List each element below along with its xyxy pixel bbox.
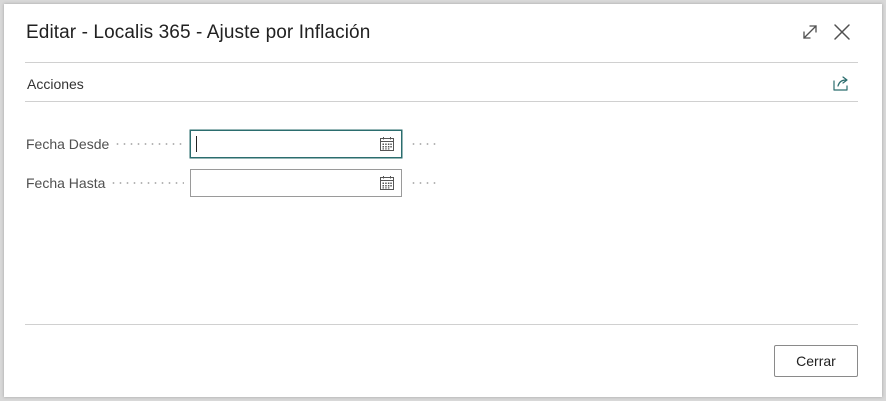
fecha-hasta-input[interactable] bbox=[190, 169, 402, 197]
text-caret bbox=[196, 136, 197, 152]
fecha-desde-input[interactable] bbox=[190, 130, 402, 158]
field-row-fecha-hasta: Fecha Hasta bbox=[26, 169, 446, 197]
field-label-fecha-hasta: Fecha Hasta bbox=[26, 175, 106, 191]
value-dots bbox=[410, 182, 440, 184]
field-row-fecha-desde: Fecha Desde bbox=[26, 130, 446, 158]
dialog-title: Editar - Localis 365 - Ajuste por Inflac… bbox=[26, 22, 371, 43]
footer-divider bbox=[25, 324, 858, 325]
calendar-icon[interactable] bbox=[379, 136, 395, 152]
close-icon[interactable] bbox=[831, 21, 853, 43]
calendar-icon[interactable] bbox=[379, 175, 395, 191]
actions-menu[interactable]: Acciones bbox=[27, 76, 84, 92]
value-dots bbox=[410, 143, 440, 145]
header-divider bbox=[25, 62, 858, 63]
label-dots bbox=[110, 182, 184, 184]
expand-icon[interactable] bbox=[799, 21, 821, 43]
label-dots bbox=[114, 143, 184, 145]
edit-dialog: Editar - Localis 365 - Ajuste por Inflac… bbox=[4, 4, 882, 397]
share-icon[interactable] bbox=[831, 73, 851, 93]
actions-divider bbox=[25, 101, 858, 102]
close-button[interactable]: Cerrar bbox=[774, 345, 858, 377]
field-label-fecha-desde: Fecha Desde bbox=[26, 136, 110, 152]
